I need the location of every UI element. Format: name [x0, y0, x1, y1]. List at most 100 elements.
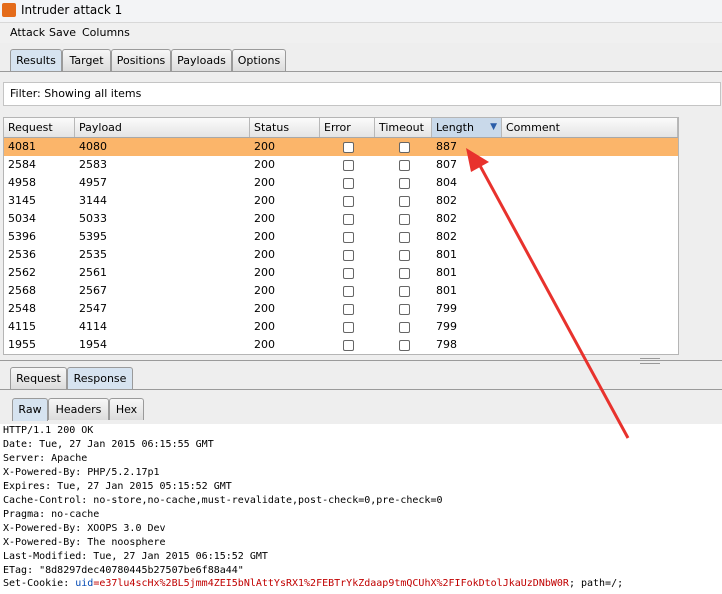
table-row[interactable]: 2584 2583 200 807: [4, 156, 678, 174]
timeout-checkbox: [399, 286, 410, 297]
cell-length: 804: [436, 176, 457, 189]
cell-payload: 2583: [79, 158, 107, 171]
response-line: Cache-Control: no-store,no-cache,must-re…: [3, 495, 443, 506]
response-line: Last-Modified: Tue, 27 Jan 2015 06:15:52…: [3, 551, 268, 562]
table-row[interactable]: 2562 2561 200 801: [4, 264, 678, 282]
response-line: Server: Apache: [3, 453, 88, 464]
cell-status: 200: [254, 320, 275, 333]
cell-payload: 5033: [79, 212, 107, 225]
cell-payload: 4957: [79, 176, 107, 189]
column-timeout[interactable]: Timeout: [375, 118, 432, 137]
cell-request: 2536: [8, 248, 36, 261]
menu-save[interactable]: Save: [49, 26, 76, 39]
tab-headers[interactable]: Headers: [48, 398, 109, 420]
menu-bar: Attack Save Columns: [0, 23, 722, 43]
table-row[interactable]: 1955 1954 200 798: [4, 336, 678, 354]
cell-payload: 2561: [79, 266, 107, 279]
error-checkbox: [343, 286, 354, 297]
cell-payload: 2535: [79, 248, 107, 261]
tab-options[interactable]: Options: [232, 49, 286, 71]
column-request[interactable]: Request: [4, 118, 75, 137]
tab-positions[interactable]: Positions: [111, 49, 171, 71]
column-payload[interactable]: Payload: [75, 118, 250, 137]
cell-request: 2568: [8, 284, 36, 297]
cell-length: 801: [436, 248, 457, 261]
tab-response[interactable]: Response: [67, 367, 133, 390]
filter-bar[interactable]: Filter: Showing all items: [3, 82, 721, 106]
tab-payloads[interactable]: Payloads: [171, 49, 232, 71]
table-row[interactable]: 5396 5395 200 802: [4, 228, 678, 246]
table-row[interactable]: 2536 2535 200 801: [4, 246, 678, 264]
cell-payload: 1954: [79, 338, 107, 351]
column-comment[interactable]: Comment: [502, 118, 678, 137]
table-row[interactable]: 4958 4957 200 804: [4, 174, 678, 192]
tab-hex[interactable]: Hex: [109, 398, 144, 420]
tab-results[interactable]: Results: [10, 49, 62, 72]
cell-payload: 3144: [79, 194, 107, 207]
table-row[interactable]: 4115 4114 200 799: [4, 318, 678, 336]
cell-length: 799: [436, 302, 457, 315]
cell-status: 200: [254, 230, 275, 243]
response-line: X-Powered-By: XOOPS 3.0 Dev: [3, 523, 166, 534]
timeout-checkbox: [399, 142, 410, 153]
timeout-checkbox: [399, 196, 410, 207]
tab-request[interactable]: Request: [10, 367, 67, 389]
tab-raw[interactable]: Raw: [12, 398, 48, 421]
cell-request: 4081: [8, 140, 36, 153]
timeout-checkbox: [399, 214, 410, 225]
cell-status: 200: [254, 302, 275, 315]
detail-tab-divider: [0, 389, 722, 390]
table-row[interactable]: 5034 5033 200 802: [4, 210, 678, 228]
cell-status: 200: [254, 176, 275, 189]
results-table[interactable]: Request Payload Status Error Timeout Len…: [3, 117, 679, 355]
timeout-checkbox: [399, 322, 410, 333]
table-row[interactable]: 2548 2547 200 799: [4, 300, 678, 318]
menu-attack[interactable]: Attack: [10, 26, 45, 39]
cell-request: 5034: [8, 212, 36, 225]
cell-payload: 2567: [79, 284, 107, 297]
menu-columns[interactable]: Columns: [82, 26, 130, 39]
error-checkbox: [343, 214, 354, 225]
cell-request: 5396: [8, 230, 36, 243]
pane-divider: [0, 360, 722, 361]
response-line: Pragma: no-cache: [3, 509, 100, 520]
splitter-handle[interactable]: [640, 358, 660, 364]
error-checkbox: [343, 196, 354, 207]
filter-text: Filter: Showing all items: [10, 87, 142, 100]
cell-length: 887: [436, 140, 457, 153]
response-line: X-Powered-By: The noosphere: [3, 537, 166, 548]
cell-length: 801: [436, 266, 457, 279]
response-line: X-Powered-By: PHP/5.2.17p1: [3, 467, 160, 478]
table-row[interactable]: 2568 2567 200 801: [4, 282, 678, 300]
cell-status: 200: [254, 194, 275, 207]
cell-status: 200: [254, 140, 275, 153]
cell-status: 200: [254, 266, 275, 279]
response-body[interactable]: HTTP/1.1 200 OK Date: Tue, 27 Jan 2015 06…: [0, 424, 722, 594]
cell-length: 801: [436, 284, 457, 297]
error-checkbox: [343, 160, 354, 171]
column-length[interactable]: Length ▼: [432, 118, 502, 137]
table-row[interactable]: 4081 4080 200 887: [4, 138, 678, 156]
timeout-checkbox: [399, 340, 410, 351]
set-cookie-line: Set-Cookie: uid=e37lu4scHx%2BL5jmm4ZEI5b…: [3, 578, 623, 589]
window-title: Intruder attack 1: [21, 3, 123, 17]
error-checkbox: [343, 340, 354, 351]
timeout-checkbox: [399, 178, 410, 189]
cell-payload: 2547: [79, 302, 107, 315]
tab-divider: [0, 71, 722, 72]
column-status[interactable]: Status: [250, 118, 320, 137]
error-checkbox: [343, 142, 354, 153]
cell-length: 798: [436, 338, 457, 351]
column-length-label: Length: [436, 121, 474, 134]
error-checkbox: [343, 232, 354, 243]
burp-app-icon: [2, 3, 16, 17]
cell-status: 200: [254, 212, 275, 225]
response-line: HTTP/1.1 200 OK: [3, 425, 94, 436]
cell-status: 200: [254, 284, 275, 297]
tab-target[interactable]: Target: [62, 49, 111, 71]
table-row[interactable]: 3145 3144 200 802: [4, 192, 678, 210]
column-error[interactable]: Error: [320, 118, 375, 137]
cell-length: 807: [436, 158, 457, 171]
cell-payload: 4114: [79, 320, 107, 333]
cell-length: 799: [436, 320, 457, 333]
